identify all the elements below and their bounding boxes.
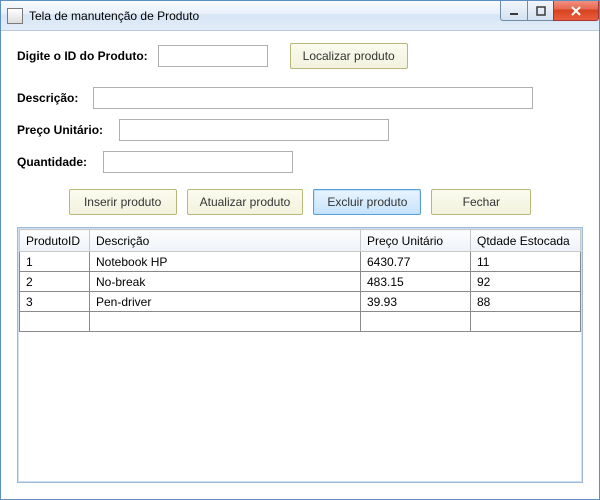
product-id-input[interactable]: [158, 45, 268, 67]
cell-id: 3: [20, 292, 90, 312]
close-window-button[interactable]: [553, 1, 599, 21]
price-label: Preço Unitário:: [17, 123, 113, 137]
window-title: Tela de manutenção de Produto: [29, 9, 501, 23]
product-grid[interactable]: ProdutoID Descrição Preço Unitário Qtdad…: [17, 227, 583, 483]
cell-qty: 92: [471, 272, 581, 292]
description-row: Descrição:: [17, 87, 583, 109]
description-label: Descrição:: [17, 91, 87, 105]
cell-desc: Notebook HP: [90, 252, 361, 272]
price-input[interactable]: [119, 119, 389, 141]
update-product-button[interactable]: Atualizar produto: [187, 189, 304, 215]
maximize-button[interactable]: [527, 1, 554, 21]
cell-id: 1: [20, 252, 90, 272]
cell-desc: Pen-driver: [90, 292, 361, 312]
quantity-label: Quantidade:: [17, 155, 97, 169]
col-header-id[interactable]: ProdutoID: [20, 230, 90, 252]
table-row[interactable]: 3 Pen-driver 39.93 88: [20, 292, 581, 312]
client-area: Digite o ID do Produto: Localizar produt…: [1, 31, 599, 499]
cell-price: 6430.77: [361, 252, 471, 272]
locate-product-button[interactable]: Localizar produto: [290, 43, 408, 69]
col-header-qty[interactable]: Qtdade Estocada: [471, 230, 581, 252]
quantity-input[interactable]: [103, 151, 293, 173]
app-icon: [7, 8, 23, 24]
minimize-button[interactable]: [500, 1, 528, 21]
product-table: ProdutoID Descrição Preço Unitário Qtdad…: [19, 229, 581, 332]
table-row[interactable]: 2 No-break 483.15 92: [20, 272, 581, 292]
table-row[interactable]: 1 Notebook HP 6430.77 11: [20, 252, 581, 272]
cell-id: 2: [20, 272, 90, 292]
delete-product-button[interactable]: Excluir produto: [313, 189, 421, 215]
product-id-label: Digite o ID do Produto:: [17, 49, 148, 63]
insert-product-button[interactable]: Inserir produto: [69, 189, 177, 215]
table-row-empty[interactable]: [20, 312, 581, 332]
cell-price: 483.15: [361, 272, 471, 292]
col-header-price[interactable]: Preço Unitário: [361, 230, 471, 252]
titlebar: Tela de manutenção de Produto: [1, 1, 599, 31]
cell-price: 39.93: [361, 292, 471, 312]
id-row: Digite o ID do Produto: Localizar produt…: [17, 43, 583, 69]
cell-qty: 88: [471, 292, 581, 312]
col-header-desc[interactable]: Descrição: [90, 230, 361, 252]
action-buttons: Inserir produto Atualizar produto Exclui…: [17, 189, 583, 215]
quantity-row: Quantidade:: [17, 151, 583, 173]
table-header-row: ProdutoID Descrição Preço Unitário Qtdad…: [20, 230, 581, 252]
app-window: Tela de manutenção de Produto Digite o I…: [0, 0, 600, 500]
cell-desc: No-break: [90, 272, 361, 292]
close-button[interactable]: Fechar: [431, 189, 531, 215]
window-controls: [501, 1, 599, 21]
price-row: Preço Unitário:: [17, 119, 583, 141]
description-input[interactable]: [93, 87, 533, 109]
cell-qty: 11: [471, 252, 581, 272]
